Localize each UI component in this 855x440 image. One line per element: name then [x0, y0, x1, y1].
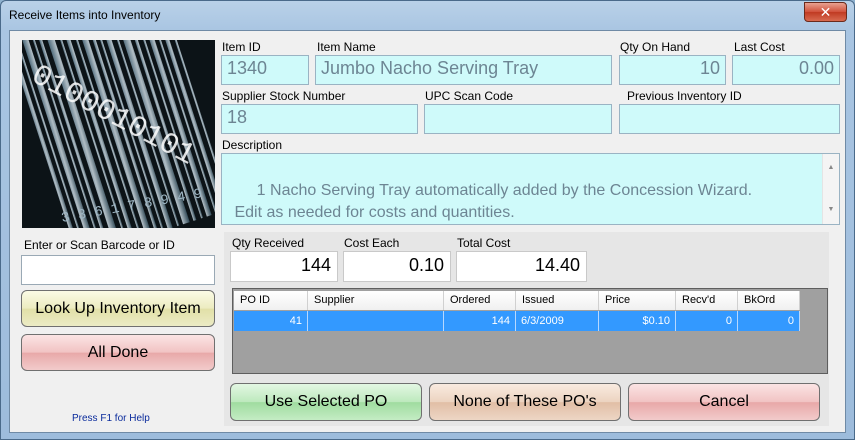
description-text: 1 Nacho Serving Tray automatically added… [234, 182, 753, 221]
cost-each-label: Cost Each [344, 236, 400, 250]
scan-barcode-input[interactable] [21, 255, 215, 285]
cell-ordered: 144 [444, 311, 516, 331]
cell-bkord: 0 [738, 311, 800, 331]
last-cost-field[interactable]: 0.00 [732, 55, 840, 85]
col-price[interactable]: Price [599, 291, 676, 310]
description-field[interactable]: 1 Nacho Serving Tray automatically added… [221, 153, 840, 225]
qty-received-label: Qty Received [232, 236, 305, 250]
cell-recvd: 0 [676, 311, 738, 331]
receive-items-window: Receive Items into Inventory ✕ 010001010… [0, 0, 855, 440]
all-done-button[interactable]: All Done [21, 334, 215, 371]
scan-label: Enter or Scan Barcode or ID [24, 238, 175, 252]
cost-each-input[interactable]: 0.10 [343, 251, 451, 282]
po-grid[interactable]: PO ID Supplier Ordered Issued Price Recv… [232, 288, 828, 374]
po-grid-header: PO ID Supplier Ordered Issued Price Recv… [234, 291, 800, 310]
col-issued[interactable]: Issued [516, 291, 599, 310]
item-name-label: Item Name [317, 40, 376, 54]
po-grid-row[interactable]: 41 144 6/3/2009 $0.10 0 0 [234, 311, 800, 331]
lookup-inventory-button[interactable]: Look Up Inventory Item [21, 290, 215, 327]
total-cost-input[interactable]: 14.40 [456, 251, 587, 282]
col-bkord[interactable]: BkOrd [738, 291, 800, 310]
previous-inventory-label: Previous Inventory ID [627, 89, 742, 103]
total-cost-label: Total Cost [457, 236, 511, 250]
cell-price: $0.10 [599, 311, 676, 331]
col-supplier[interactable]: Supplier [308, 291, 444, 310]
cell-po-id: 41 [234, 311, 308, 331]
supplier-stock-label: Supplier Stock Number [222, 89, 346, 103]
help-hint: Press F1 for Help [72, 413, 150, 424]
col-ordered[interactable]: Ordered [444, 291, 516, 310]
scroll-up-icon[interactable]: ▲ [823, 157, 839, 179]
description-label: Description [222, 138, 283, 152]
use-selected-po-button[interactable]: Use Selected PO [230, 383, 422, 421]
previous-inventory-field[interactable] [619, 104, 840, 134]
col-recvd[interactable]: Recv'd [676, 291, 738, 310]
upc-label: UPC Scan Code [425, 89, 514, 103]
qty-received-input[interactable]: 144 [230, 251, 338, 282]
none-of-these-pos-button[interactable]: None of These PO's [429, 383, 621, 421]
barcode-image: 0100010101 3 3 6 1 7 8 9 4 9 [22, 40, 215, 228]
dialog-body: 0100010101 3 3 6 1 7 8 9 4 9 Item ID 134… [9, 30, 846, 433]
cancel-button[interactable]: Cancel [628, 383, 820, 421]
upc-field[interactable] [424, 104, 612, 134]
col-po-id[interactable]: PO ID [234, 291, 308, 310]
qty-on-hand-field[interactable]: 10 [619, 55, 726, 85]
qty-on-hand-label: Qty On Hand [620, 40, 691, 54]
scroll-down-icon[interactable]: ▼ [823, 199, 839, 221]
item-name-field[interactable]: Jumbo Nacho Serving Tray [315, 55, 612, 85]
cell-issued: 6/3/2009 [516, 311, 599, 331]
supplier-stock-field[interactable]: 18 [221, 104, 418, 134]
close-button[interactable]: ✕ [804, 2, 847, 22]
window-title: Receive Items into Inventory [9, 8, 161, 22]
title-bar[interactable]: Receive Items into Inventory ✕ [1, 1, 854, 29]
last-cost-label: Last Cost [734, 40, 785, 54]
description-scrollbar[interactable]: ▲ ▼ [822, 154, 839, 224]
item-id-label: Item ID [222, 40, 261, 54]
cell-supplier [308, 311, 444, 331]
item-id-field[interactable]: 1340 [221, 55, 309, 85]
